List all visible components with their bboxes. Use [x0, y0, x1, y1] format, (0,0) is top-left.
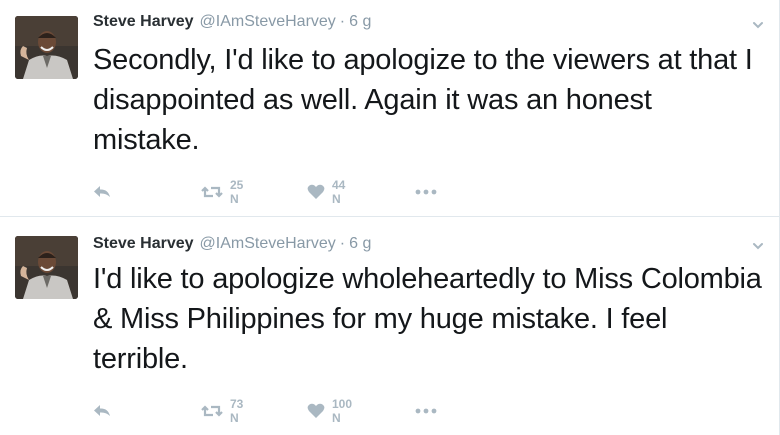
heart-icon — [307, 184, 325, 200]
retweet-count: 25 N — [230, 178, 244, 206]
avatar[interactable] — [15, 236, 78, 299]
reply-icon — [93, 185, 111, 199]
reply-icon — [93, 404, 111, 418]
like-button[interactable]: 100 N — [307, 397, 352, 425]
retweet-button[interactable]: 73 N — [201, 397, 243, 425]
tweet-text: I'd like to apologize wholeheartedly to … — [93, 263, 762, 375]
reply-button[interactable] — [93, 182, 111, 202]
author-name[interactable]: Steve Harvey — [93, 235, 194, 252]
author-name[interactable]: Steve Harvey — [93, 13, 194, 30]
retweet-icon — [201, 185, 223, 199]
chevron-down-icon[interactable] — [751, 239, 765, 253]
author-handle[interactable]: @IAmSteveHarvey — [200, 13, 336, 30]
tweet-text: Secondly, I'd like to apologize to the v… — [93, 44, 753, 156]
tweet-timestamp[interactable]: 6 g — [349, 13, 371, 30]
like-count: 44 N — [332, 178, 346, 206]
chevron-down-icon[interactable] — [751, 18, 765, 32]
header-separator: · — [339, 13, 346, 30]
like-count: 100 N — [332, 397, 353, 425]
tweet[interactable]: Steve Harvey @IAmSteveHarvey · 6 g Secondly… — [0, 0, 779, 216]
retweet-icon — [201, 404, 223, 418]
retweet-button[interactable]: 25 N — [201, 178, 243, 206]
author-handle[interactable]: @IAmSteveHarvey — [200, 235, 336, 252]
more-dots-icon — [415, 408, 437, 414]
tweet-header: Steve Harvey @IAmSteveHarvey · 6 g — [93, 12, 371, 32]
retweet-count: 73 N — [230, 397, 244, 425]
more-button[interactable] — [415, 182, 437, 202]
reply-button[interactable] — [93, 401, 111, 421]
tweet[interactable]: Steve Harvey @IAmSteveHarvey · 6 g I'd like… — [0, 217, 779, 435]
tweet-header: Steve Harvey @IAmSteveHarvey · 6 g — [93, 234, 371, 254]
more-button[interactable] — [415, 401, 437, 421]
tweet-timestamp[interactable]: 6 g — [349, 235, 371, 252]
like-button[interactable]: 44 N — [307, 178, 345, 206]
more-dots-icon — [415, 189, 437, 195]
heart-icon — [307, 403, 325, 419]
avatar[interactable] — [15, 16, 78, 79]
header-separator: · — [339, 235, 346, 252]
